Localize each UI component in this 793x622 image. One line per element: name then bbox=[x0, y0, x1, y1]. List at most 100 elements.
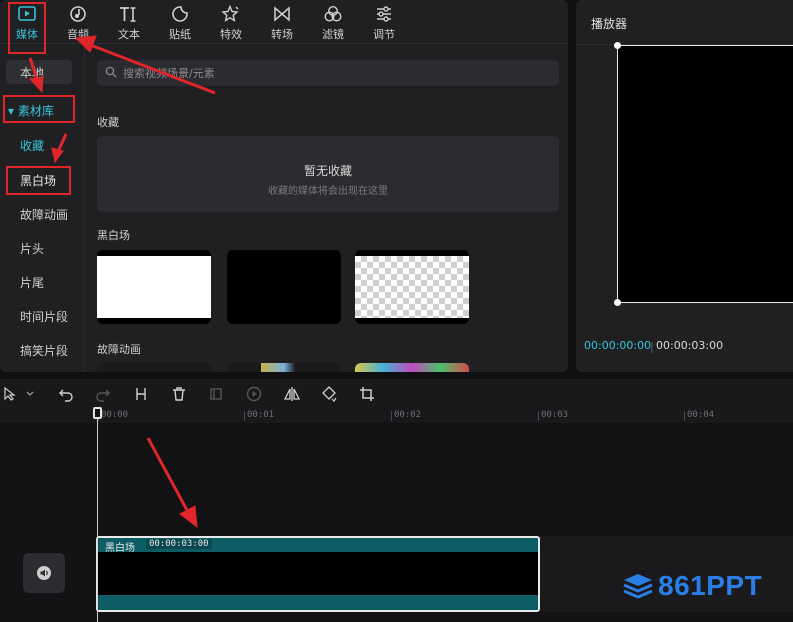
redo-button[interactable] bbox=[92, 383, 114, 405]
clip-duration: 00:00:03:00 bbox=[146, 539, 212, 549]
trash-icon bbox=[173, 387, 185, 401]
thumbnail-black[interactable] bbox=[227, 250, 341, 324]
highlight-black-white bbox=[6, 166, 71, 195]
category-toolbar: 媒体 音频 文本 贴纸 特效 转场 滤镜 调节 bbox=[0, 0, 568, 44]
preview-screen[interactable] bbox=[617, 45, 793, 303]
clip-name: 黑白场 bbox=[105, 543, 135, 554]
tab-text-label: 文本 bbox=[118, 28, 140, 41]
tab-transition-label: 转场 bbox=[271, 28, 293, 41]
tab-effects[interactable]: 特效 bbox=[209, 4, 253, 42]
effects-icon bbox=[220, 4, 242, 24]
split-icon bbox=[136, 388, 146, 400]
mirror-button[interactable] bbox=[281, 383, 303, 405]
playhead-handle[interactable] bbox=[93, 407, 102, 419]
section-glitch-title: 故障动画 bbox=[97, 343, 141, 356]
tab-sticker[interactable]: 贴纸 bbox=[158, 4, 202, 42]
speaker-icon bbox=[37, 566, 51, 580]
thumbnail-white[interactable] bbox=[97, 250, 211, 324]
split-button[interactable] bbox=[130, 383, 152, 405]
material-content: 搜索视频场景/元素 收藏 暂无收藏 收藏的媒体将会出现在这里 黑白场 故障动画 bbox=[84, 44, 568, 372]
adjust-icon bbox=[373, 4, 395, 24]
thumbnail-glitch-2[interactable] bbox=[227, 363, 341, 372]
clip-header: 黑白场 00:00:03:00 bbox=[98, 538, 538, 554]
section-black-white-title: 黑白场 bbox=[97, 229, 130, 242]
ruler-tick bbox=[391, 411, 392, 421]
play-circle-icon bbox=[246, 386, 262, 402]
sticker-icon bbox=[169, 4, 191, 24]
track-mute-button[interactable] bbox=[23, 553, 65, 593]
player-title: 播放器 bbox=[591, 17, 628, 31]
ruler-label: 00:04 bbox=[687, 410, 715, 420]
delete-button[interactable] bbox=[168, 383, 190, 405]
ruler-tick bbox=[538, 411, 539, 421]
rotate-icon bbox=[322, 386, 337, 402]
ruler-tick bbox=[684, 411, 685, 421]
rotate-button[interactable] bbox=[318, 383, 340, 405]
freeze-icon bbox=[210, 388, 222, 400]
corner-handle-top[interactable] bbox=[614, 42, 621, 49]
time-ruler[interactable]: 00:00 00:01 00:02 00:03 00:04 bbox=[0, 409, 793, 423]
sidebar-item-glitch[interactable]: 故障动画 bbox=[0, 201, 84, 227]
watermark-text: 861PPT bbox=[658, 570, 763, 601]
transition-icon bbox=[271, 4, 293, 24]
time-divider: | bbox=[650, 340, 654, 353]
sidebar-item-time-clips[interactable]: 时间片段 bbox=[0, 303, 84, 329]
tab-sticker-label: 贴纸 bbox=[169, 28, 191, 41]
text-icon bbox=[118, 4, 140, 24]
timeline-toolbar bbox=[0, 379, 793, 409]
play-clip-button[interactable] bbox=[243, 383, 265, 405]
tab-adjust[interactable]: 调节 bbox=[362, 4, 406, 42]
filter-icon bbox=[322, 4, 344, 24]
thumbnail-glitch-3[interactable] bbox=[355, 363, 469, 372]
tab-transition[interactable]: 转场 bbox=[260, 4, 304, 42]
crop-button[interactable] bbox=[356, 383, 378, 405]
thumbnail-transparent[interactable] bbox=[355, 250, 469, 324]
crop-icon bbox=[360, 387, 374, 401]
total-time: 00:00:03:00 bbox=[656, 339, 724, 352]
media-panel: 媒体 音频 文本 贴纸 特效 转场 滤镜 调节 本地 ▾ 素材库 收藏 黑白场 … bbox=[0, 0, 568, 372]
favorites-empty-title: 暂无收藏 bbox=[303, 164, 352, 178]
sidebar-item-favorites[interactable]: 收藏 bbox=[0, 132, 84, 158]
tab-filter-label: 滤镜 bbox=[322, 28, 344, 41]
highlight-library bbox=[3, 95, 75, 123]
tab-audio-label: 音频 bbox=[67, 28, 89, 41]
favorites-title: 收藏 bbox=[97, 116, 119, 129]
corner-handle-bottom[interactable] bbox=[614, 299, 621, 306]
thumbnail-glitch-1[interactable] bbox=[97, 363, 211, 372]
timeline-clip[interactable]: 黑白场 00:00:03:00 bbox=[96, 536, 540, 612]
watermark-logo-icon bbox=[623, 574, 653, 599]
tab-audio[interactable]: 音频 bbox=[56, 4, 100, 42]
tab-adjust-label: 调节 bbox=[373, 28, 395, 41]
tab-text[interactable]: 文本 bbox=[107, 4, 151, 42]
ruler-label: 00:01 bbox=[247, 410, 275, 420]
redo-icon bbox=[96, 389, 110, 402]
tab-effects-label: 特效 bbox=[220, 28, 242, 41]
ruler-label: 00:00 bbox=[101, 410, 129, 420]
ruler-label: 00:02 bbox=[394, 410, 422, 420]
freeze-button[interactable] bbox=[205, 383, 227, 405]
clip-footer bbox=[98, 595, 538, 610]
search-icon bbox=[105, 66, 117, 81]
sidebar: 本地 ▾ 素材库 收藏 黑白场 故障动画 片头 片尾 时间片段 搞笑片段 bbox=[0, 44, 84, 372]
favorites-empty-hint: 收藏的媒体将会出现在这里 bbox=[268, 186, 388, 197]
ruler-label: 00:03 bbox=[541, 410, 569, 420]
mirror-icon bbox=[284, 387, 300, 401]
highlight-media-tab bbox=[8, 2, 46, 54]
favorites-empty-box: 暂无收藏 收藏的媒体将会出现在这里 bbox=[97, 136, 559, 212]
playhead-line[interactable] bbox=[97, 409, 98, 622]
audio-icon bbox=[67, 4, 89, 24]
undo-icon bbox=[59, 389, 73, 402]
sidebar-item-local[interactable]: 本地 bbox=[6, 60, 72, 84]
ruler-tick bbox=[244, 411, 245, 421]
undo-button[interactable] bbox=[55, 383, 77, 405]
player-panel: 播放器 00:00:00:00 | 00:00:03:00 bbox=[576, 0, 793, 372]
search-placeholder: 搜索视频场景/元素 bbox=[123, 67, 215, 80]
tab-filter[interactable]: 滤镜 bbox=[311, 4, 355, 42]
search-input[interactable]: 搜索视频场景/元素 bbox=[97, 60, 559, 86]
sidebar-item-outro[interactable]: 片尾 bbox=[0, 269, 84, 295]
sidebar-item-funny-clips[interactable]: 搞笑片段 bbox=[0, 337, 84, 363]
sidebar-item-intro[interactable]: 片头 bbox=[0, 235, 84, 261]
select-tool-button[interactable] bbox=[1, 383, 37, 405]
watermark: 861PPT bbox=[622, 570, 762, 602]
current-time: 00:00:00:00 bbox=[584, 339, 652, 352]
